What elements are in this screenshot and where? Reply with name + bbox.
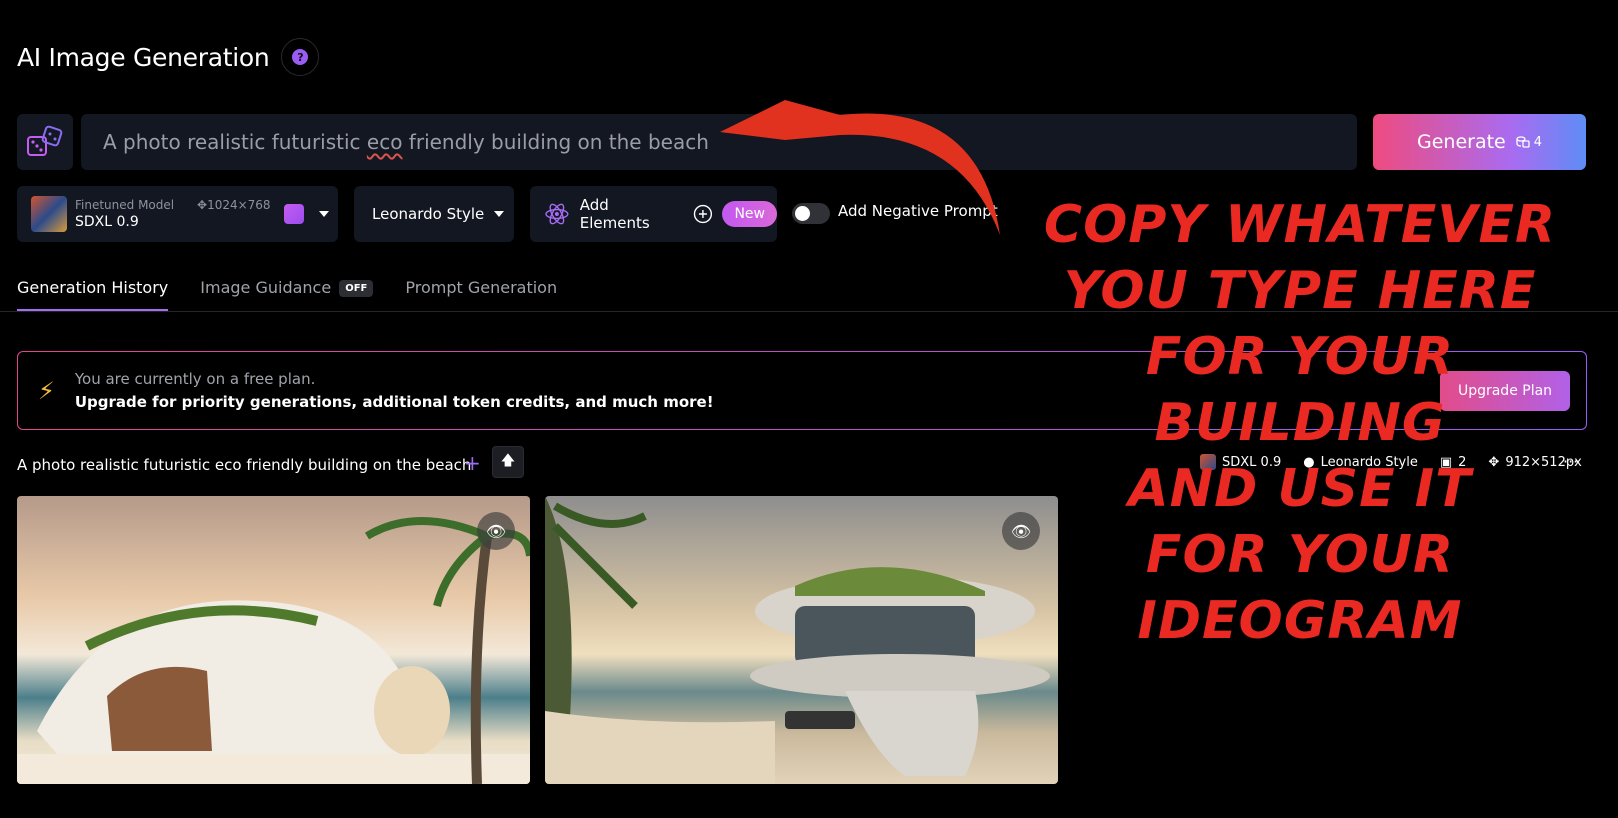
chevron-down-icon[interactable] [319,211,329,217]
eye-icon: 👁 [1010,521,1032,541]
upgrade-plan-button[interactable]: Upgrade Plan [1440,371,1570,411]
drop-icon: ● [1303,454,1315,470]
prompt-text: A photo realistic futuristic eco friendl… [103,130,709,154]
tabs-divider [0,311,1618,312]
tab-image-guidance[interactable]: Image Guidance OFF [200,278,374,311]
help-button[interactable]: ? [281,38,320,76]
atom-icon [545,203,569,225]
generated-image-1[interactable]: 👁 [17,496,530,784]
dice-icon [27,125,63,156]
generation-meta: SDXL 0.9 ● Leonardo Style ▣ 2 ✥ 912×512px [1200,454,1582,470]
history-prompt: A photo realistic futuristic eco friendl… [17,456,472,474]
tab-bar: Generation History Image Guidance OFF Pro… [17,278,557,311]
images-icon: ▣ [1439,454,1453,470]
model-selector[interactable]: Finetuned Model SDXL 0.9 ✥1024×768 [17,186,338,242]
plus-circle-icon [693,204,712,224]
model-details-icon[interactable] [284,204,304,224]
style-label: Leonardo Style [372,205,485,223]
building-illustration-2 [545,496,1050,784]
reuse-prompt-button[interactable]: 🡅 [492,446,524,478]
model-name: SDXL 0.9 [75,214,139,230]
view-button[interactable]: 👁 [1002,512,1040,550]
model-kind: Finetuned Model [75,198,175,212]
negative-prompt-label: Add Negative Prompt [838,202,998,220]
upgrade-banner: ⚡ You are currently on a free plan. Upgr… [17,351,1587,430]
style-selector[interactable]: Leonardo Style [354,186,514,242]
plan-status-text: You are currently on a free plan. [74,370,316,388]
lightning-icon: ⚡ [38,376,55,405]
negative-prompt-toggle[interactable] [792,203,830,224]
upgrade-pitch-text: Upgrade for priority generations, additi… [74,393,714,411]
plus-icon[interactable]: + [464,451,481,475]
add-elements-label: Add Elements [579,196,650,232]
arrow-up-icon: 🡅 [500,453,516,469]
add-elements-button[interactable]: Add Elements New [530,186,777,242]
token-value: 4 [1533,134,1543,150]
meta-style: ● Leonardo Style [1303,454,1418,470]
generate-button[interactable]: Generate 4 [1373,114,1586,170]
tab-generation-history[interactable]: Generation History [17,278,169,311]
toggle-knob [795,206,810,221]
token-count: 4 [1516,135,1542,150]
building-illustration-1 [17,517,530,784]
question-circle-icon: ? [292,49,309,65]
token-icon [1516,136,1530,148]
generate-label: Generate [1416,131,1506,153]
title-row: AI Image Generation ? [17,38,320,76]
more-options-icon[interactable]: ··· [1563,452,1578,471]
eye-icon: 👁 [485,521,507,541]
new-badge: New [722,201,777,227]
prompt-input[interactable]: A photo realistic futuristic eco friendl… [81,114,1357,170]
model-thumbnail [31,196,67,232]
random-prompt-button[interactable] [17,114,73,170]
meta-count: ▣ 2 [1439,454,1467,470]
meta-model: SDXL 0.9 [1200,454,1281,470]
view-button[interactable]: 👁 [477,512,515,550]
model-thumbnail [1200,454,1216,470]
tab-prompt-generation[interactable]: Prompt Generation [405,278,557,311]
page-title: AI Image Generation [17,42,270,72]
model-dimensions: ✥1024×768 [197,198,271,212]
generated-image-2[interactable]: 👁 [545,496,1058,784]
chevron-down-icon [494,211,504,217]
off-badge: OFF [339,280,374,297]
resize-icon: ✥ [1488,454,1500,470]
